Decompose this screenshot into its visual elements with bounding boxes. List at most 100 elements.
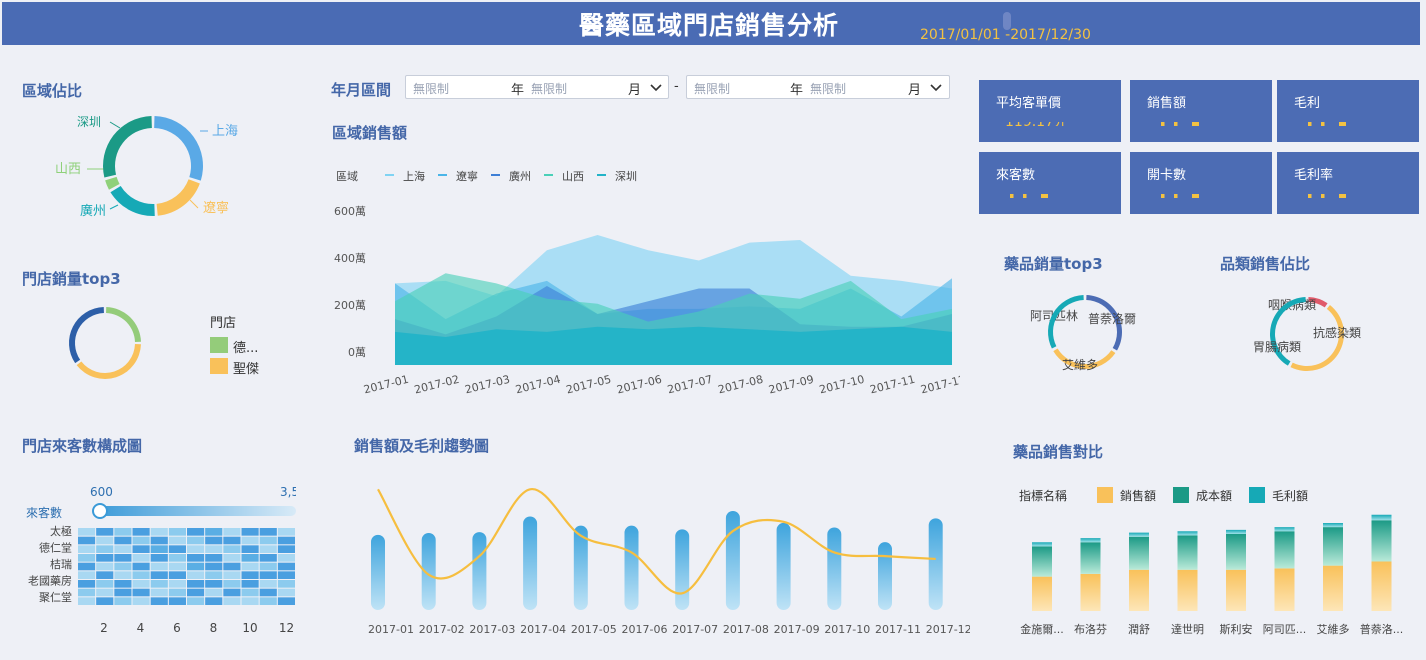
heatmap-cell[interactable]	[78, 597, 96, 605]
heatmap-cell[interactable]	[259, 597, 277, 605]
heatmap-cell[interactable]	[114, 554, 132, 562]
stacked-bar-segment[interactable]	[1323, 523, 1343, 528]
stacked-bar-segment[interactable]	[1323, 527, 1343, 566]
donut-slice[interactable]	[154, 116, 203, 181]
stacked-bar-segment[interactable]	[1032, 542, 1052, 547]
kpi-card[interactable]: 開卡數	[1130, 152, 1272, 214]
heatmap-cell[interactable]	[150, 528, 168, 536]
heatmap-cell[interactable]	[114, 562, 132, 571]
donut-slice[interactable]	[76, 344, 141, 379]
kpi-card[interactable]: 來客數	[979, 152, 1121, 214]
stacked-bar-segment[interactable]	[1274, 568, 1295, 611]
stacked-bar-segment[interactable]	[1371, 514, 1392, 521]
donut-slice[interactable]	[103, 116, 152, 178]
stacked-bar-segment[interactable]	[1032, 546, 1052, 577]
heatmap-cell[interactable]	[132, 554, 150, 562]
donut-slice[interactable]	[105, 176, 120, 190]
heatmap-cell[interactable]	[187, 562, 205, 571]
profit-line[interactable]	[377, 488, 936, 595]
to-date-select[interactable]: 無限制 年 無限制 月	[686, 75, 950, 99]
heatmap-cell[interactable]	[241, 588, 259, 597]
heatmap-cell[interactable]	[168, 571, 186, 579]
heatmap-cell[interactable]	[132, 528, 150, 536]
heatmap-cell[interactable]	[259, 571, 277, 579]
heatmap-cell[interactable]	[168, 597, 186, 605]
heatmap-cell[interactable]	[187, 580, 205, 588]
heatmap-cell[interactable]	[168, 528, 186, 536]
heatmap-cell[interactable]	[187, 597, 205, 605]
heatmap-cell[interactable]	[241, 554, 259, 562]
heatmap-cell[interactable]	[132, 580, 150, 588]
sales-bar[interactable]	[624, 525, 639, 610]
heatmap-cell[interactable]	[132, 545, 150, 553]
heatmap-cell[interactable]	[205, 597, 223, 605]
sales-bar[interactable]	[675, 529, 690, 610]
heatmap-cell[interactable]	[205, 588, 223, 597]
heatmap-cell[interactable]	[205, 562, 223, 571]
heatmap-cell[interactable]	[259, 580, 277, 588]
heatmap-cell[interactable]	[223, 597, 241, 605]
heatmap-cell[interactable]	[150, 571, 168, 579]
heatmap-cell[interactable]	[96, 562, 114, 571]
sales-bar[interactable]	[472, 532, 487, 610]
heatmap-cell[interactable]	[241, 536, 259, 545]
heatmap-cell[interactable]	[114, 597, 132, 605]
heatmap-cell[interactable]	[223, 571, 241, 579]
sales-bar[interactable]	[523, 516, 538, 611]
heatmap-cell[interactable]	[168, 554, 186, 562]
heatmap-cell[interactable]	[205, 536, 223, 545]
stacked-bar-segment[interactable]	[1371, 520, 1392, 562]
stacked-bar-segment[interactable]	[1226, 534, 1246, 570]
heatmap-cell[interactable]	[187, 571, 205, 579]
heatmap-cell[interactable]	[150, 536, 168, 545]
heatmap-cell[interactable]	[168, 562, 186, 571]
heatmap-cell[interactable]	[223, 554, 241, 562]
heatmap-cell[interactable]	[78, 580, 96, 588]
heatmap-cell[interactable]	[205, 528, 223, 536]
heatmap-cell[interactable]	[78, 536, 96, 545]
stacked-bar-segment[interactable]	[1080, 573, 1101, 611]
heatmap-cell[interactable]	[241, 545, 259, 553]
heatmap-cell[interactable]	[205, 571, 223, 579]
heatmap-cell[interactable]	[259, 554, 277, 562]
heatmap-cell[interactable]	[168, 545, 186, 553]
donut-slice[interactable]	[106, 307, 141, 342]
heatmap-cell[interactable]	[168, 588, 186, 597]
stacked-bar-segment[interactable]	[1129, 569, 1149, 611]
chevron-down-icon[interactable]	[928, 79, 944, 95]
heatmap-cell[interactable]	[96, 536, 114, 545]
legend-swatch[interactable]	[210, 337, 228, 353]
heatmap-cell[interactable]	[277, 545, 295, 553]
heatmap-cell[interactable]	[277, 597, 295, 605]
sales-bar[interactable]	[371, 534, 385, 610]
heatmap-cell[interactable]	[78, 588, 96, 597]
heatmap-cell[interactable]	[277, 528, 295, 536]
heatmap-cell[interactable]	[132, 571, 150, 579]
sales-bar[interactable]	[827, 527, 842, 611]
heatmap-cell[interactable]	[150, 562, 168, 571]
heatmap-cell[interactable]	[259, 545, 277, 553]
heatmap-cell[interactable]	[259, 562, 277, 571]
stacked-bar-segment[interactable]	[1032, 576, 1052, 611]
chevron-down-icon[interactable]	[648, 79, 664, 95]
legend-swatch[interactable]	[1249, 487, 1265, 503]
heatmap-cell[interactable]	[96, 571, 114, 579]
heatmap-cell[interactable]	[259, 528, 277, 536]
stacked-bar-segment[interactable]	[1371, 561, 1392, 612]
visitor-range-slider[interactable]	[94, 506, 296, 516]
heatmap-cell[interactable]	[187, 536, 205, 545]
heatmap-cell[interactable]	[132, 597, 150, 605]
heatmap-cell[interactable]	[168, 536, 186, 545]
heatmap-cell[interactable]	[150, 588, 168, 597]
heatmap-cell[interactable]	[223, 580, 241, 588]
heatmap-cell[interactable]	[187, 588, 205, 597]
heatmap-cell[interactable]	[241, 597, 259, 605]
kpi-card[interactable]: 銷售額	[1130, 80, 1272, 142]
stacked-bar-segment[interactable]	[1177, 569, 1198, 611]
sales-bar[interactable]	[878, 542, 892, 610]
heatmap-cell[interactable]	[259, 536, 277, 545]
heatmap-cell[interactable]	[223, 562, 241, 571]
heatmap-cell[interactable]	[132, 588, 150, 597]
heatmap-cell[interactable]	[277, 588, 295, 597]
from-date-select[interactable]: 無限制 年 無限制 月	[405, 75, 669, 99]
